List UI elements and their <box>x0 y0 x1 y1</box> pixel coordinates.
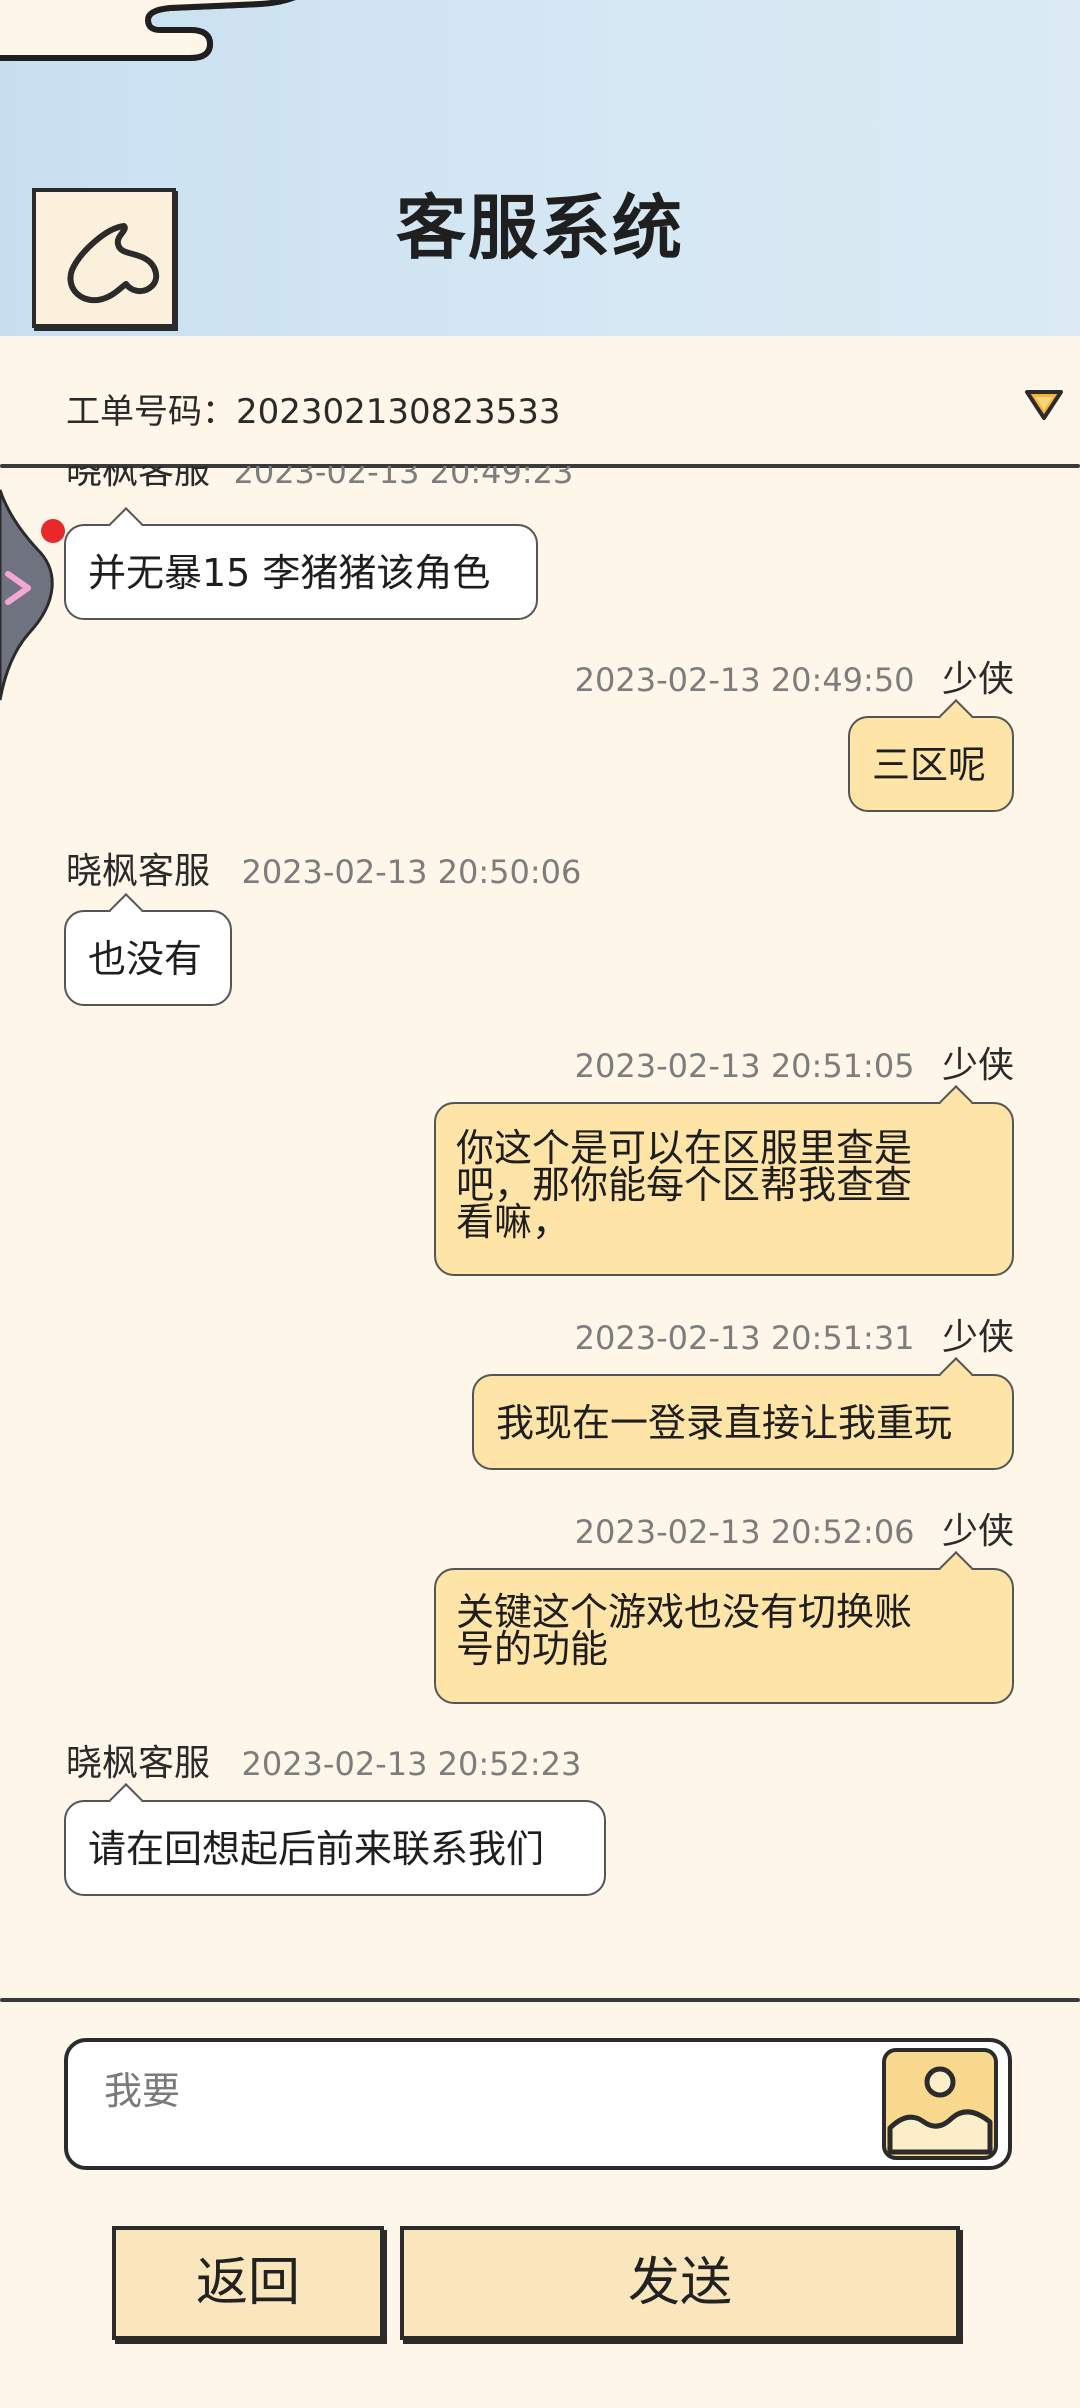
message-text-line: 你这个是可以在区服里查是 <box>456 1126 913 1170</box>
message-text: 并无暴15 李猪猪该角色 <box>88 551 491 595</box>
cloud-decoration <box>0 0 296 61</box>
message-text-line: 吧，那你能每个区帮我查查 <box>456 1163 913 1207</box>
input-placeholder: 我要 <box>104 2069 181 2113</box>
triangle-down-icon[interactable] <box>1024 388 1064 422</box>
message-header: 2023-02-13 20:51:05 少侠 <box>575 1036 1014 1088</box>
message-time: 2023-02-13 20:51:05 <box>574 1047 915 1085</box>
message-bubble-agent[interactable]: 并无暴15 李猪猪该角色 <box>64 524 538 620</box>
message-header: 2023-02-13 20:52:06 少侠 <box>575 1502 1014 1554</box>
message-time: 2023-02-13 20:52:06 <box>574 1513 915 1551</box>
message-header: 2023-02-13 20:51:31 少侠 <box>575 1308 1014 1360</box>
message-bubble-user[interactable]: 关键这个游戏也没有切换账 号的功能 <box>434 1568 1014 1704</box>
message-text-line: 看嘛， <box>456 1200 571 1244</box>
sender-name: 晓枫客服 <box>66 851 211 892</box>
ticket-number-value: 202302130823533 <box>236 392 561 432</box>
message-bubble-agent[interactable]: 请在回想起后前来联系我们 <box>64 1800 606 1896</box>
sender-name: 晓枫客服 <box>66 1743 211 1784</box>
divider-bottom <box>0 1998 1080 2002</box>
sender-name: 少侠 <box>941 1045 1014 1086</box>
message-time: 2023-02-13 20:49:50 <box>574 661 915 699</box>
message-header: 晓枫客服 2023-02-13 20:52:23 <box>66 1734 581 1786</box>
message-text: 我现在一登录直接让我重玩 <box>496 1401 953 1445</box>
message-text-line: 号的功能 <box>456 1627 609 1671</box>
message-bubble-agent[interactable]: 也没有 <box>64 910 232 1006</box>
notification-dot <box>41 519 65 543</box>
message-header: 晓枫客服 2023-02-13 20:49:23 <box>66 466 573 494</box>
message-time: 2023-02-13 20:52:23 <box>241 1745 582 1783</box>
message-input[interactable]: 我要 <box>64 2038 1012 2170</box>
ticket-number-label: 工单号码： <box>66 392 236 432</box>
message-text: 也没有 <box>88 937 203 981</box>
sender-name: 少侠 <box>941 659 1014 700</box>
message-bubble-user[interactable]: 三区呢 <box>848 716 1014 812</box>
header-bar: 客服系统 <box>0 0 1080 336</box>
message-bubble-user[interactable]: 我现在一登录直接让我重玩 <box>472 1374 1014 1470</box>
message-time: 2023-02-13 20:49:23 <box>233 466 574 491</box>
side-drawer-handle[interactable] <box>0 470 60 710</box>
image-upload-icon <box>887 2066 993 2155</box>
message-text: 三区呢 <box>872 743 987 787</box>
message-time: 2023-02-13 20:50:06 <box>241 853 582 891</box>
sender-name: 少侠 <box>941 1511 1014 1552</box>
message-bubble-user[interactable]: 你这个是可以在区服里查是 吧，那你能每个区帮我查查 看嘛， <box>434 1102 1014 1276</box>
message-text-line: 关键这个游戏也没有切换账 <box>456 1590 913 1634</box>
sender-name: 晓枫客服 <box>66 466 211 492</box>
image-upload-button[interactable] <box>882 2048 998 2160</box>
sender-name: 少侠 <box>941 1317 1014 1358</box>
chat-list[interactable]: 晓枫客服 2023-02-13 20:49:23 并无暴15 李猪猪该角色 20… <box>0 466 1080 1996</box>
message-header: 2023-02-13 20:49:50 少侠 <box>575 650 1014 702</box>
back-text-button[interactable]: 返回 <box>112 2226 384 2340</box>
page-title: 客服系统 <box>396 187 684 269</box>
message-time: 2023-02-13 20:51:31 <box>574 1319 915 1357</box>
send-button[interactable]: 发送 <box>400 2226 960 2340</box>
message-text: 请在回想起后前来联系我们 <box>88 1827 545 1871</box>
ticket-number: 工单号码：202302130823533 <box>66 384 560 433</box>
message-header: 晓枫客服 2023-02-13 20:50:06 <box>66 842 581 894</box>
